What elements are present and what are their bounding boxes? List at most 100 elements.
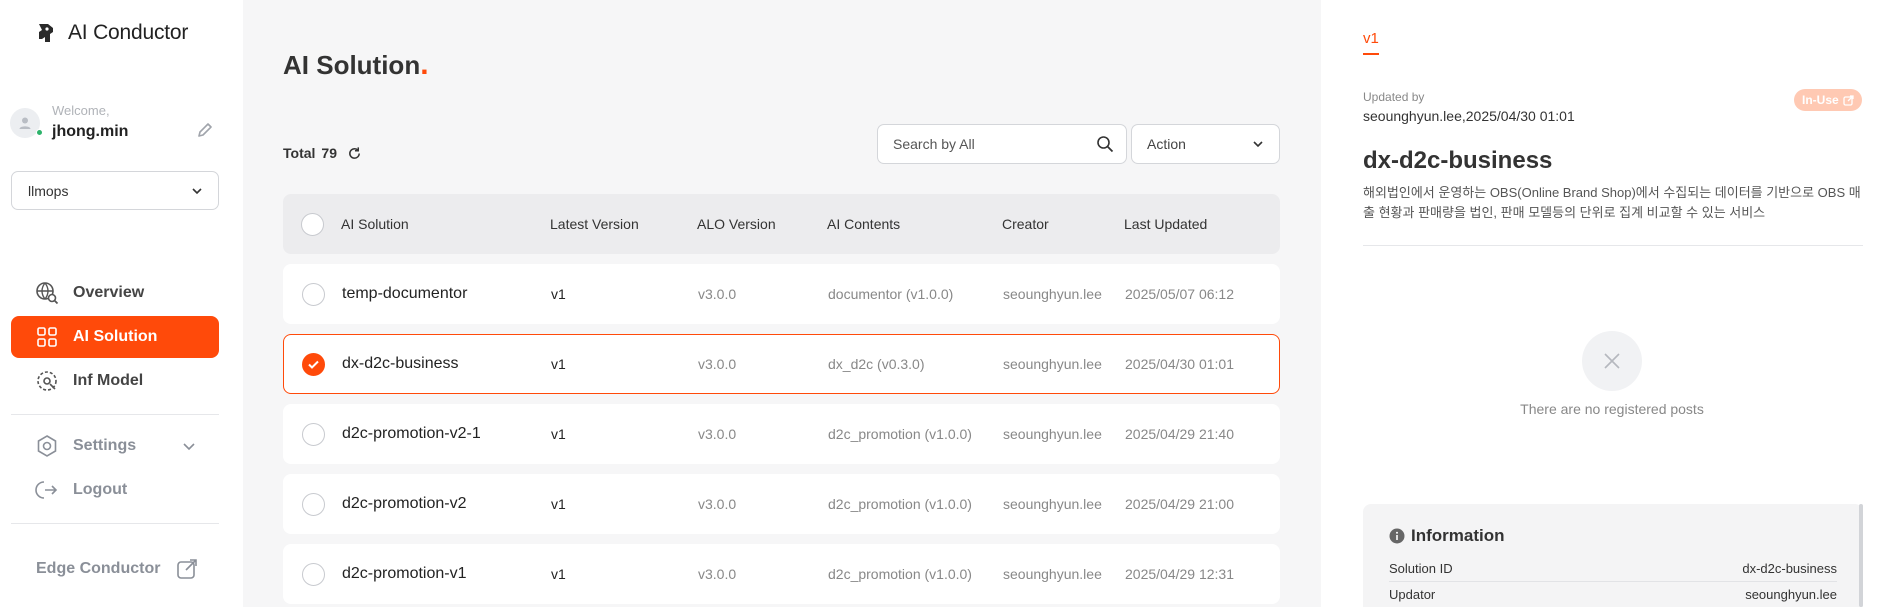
panel-divider	[1363, 245, 1863, 246]
online-status-dot	[36, 129, 43, 136]
cell-solution-name: temp-documentor	[342, 285, 468, 302]
check-icon	[307, 360, 319, 369]
cell-latest-version: v1	[551, 496, 566, 512]
nav-item-label: Inf Model	[73, 372, 144, 389]
info-row: Updator seounghyun.lee	[1389, 582, 1837, 607]
cell-ai-contents: d2c_promotion (v1.0.0)	[828, 566, 972, 582]
model-cycle-icon	[37, 371, 57, 391]
sidebar: AI Conductor Welcome, jhong.min llmops O…	[0, 0, 243, 607]
pencil-icon[interactable]	[196, 121, 214, 139]
username: jhong.min	[52, 123, 129, 140]
page-title: AI Solution.	[283, 48, 429, 81]
select-all-checkbox[interactable]	[300, 212, 324, 236]
tab-version[interactable]: v1	[1363, 30, 1379, 55]
row-checkbox[interactable]	[301, 422, 325, 446]
cell-ai-contents: d2c_promotion (v1.0.0)	[828, 426, 972, 442]
cell-latest-version: v1	[551, 356, 566, 372]
nav-divider	[11, 414, 219, 415]
action-dropdown-label: Action	[1147, 136, 1186, 152]
settings-icon	[37, 435, 57, 457]
user-icon	[19, 117, 31, 129]
column-header[interactable]: ALO Version	[697, 216, 827, 232]
info-icon	[1389, 528, 1405, 544]
project-select[interactable]: llmops	[11, 171, 219, 210]
column-header[interactable]: Creator	[1002, 216, 1124, 232]
information-title-label: Information	[1411, 526, 1505, 545]
globe-search-icon	[36, 282, 59, 305]
empty-state-text: There are no registered posts	[1520, 401, 1704, 417]
main-nav: Overview AI Solution Inf Model Settings …	[11, 272, 219, 534]
cell-creator: seounghyun.lee	[1003, 286, 1102, 302]
cell-alo-version: v3.0.0	[698, 286, 737, 302]
nav-item-settings[interactable]: Settings	[11, 425, 219, 467]
cell-alo-version: v3.0.0	[698, 426, 737, 442]
cell-creator: seounghyun.lee	[1003, 566, 1102, 582]
nav-item-ai-solution[interactable]: AI Solution	[11, 316, 219, 358]
table-row[interactable]: d2c-promotion-v2 v1 v3.0.0 d2c_promotion…	[283, 474, 1280, 534]
column-header[interactable]: Latest Version	[550, 216, 697, 232]
cell-alo-version: v3.0.0	[698, 566, 737, 582]
status-badge-label: In-Use	[1802, 93, 1839, 107]
column-header[interactable]: AI Solution	[341, 216, 550, 232]
nav-item-logout[interactable]: Logout	[11, 469, 219, 511]
conductor-logo-icon	[39, 24, 53, 42]
info-row: Solution ID dx-d2c-business	[1389, 556, 1837, 582]
info-value: seounghyun.lee	[1745, 587, 1837, 602]
search-icon[interactable]	[1096, 135, 1114, 153]
row-checkbox[interactable]	[301, 492, 325, 516]
chevron-down-icon	[1253, 141, 1263, 148]
cell-alo-version: v3.0.0	[698, 496, 737, 512]
column-header[interactable]: AI Contents	[827, 216, 1002, 232]
cell-solution-name: d2c-promotion-v2-1	[342, 425, 481, 442]
nav-item-label: Overview	[73, 284, 145, 301]
total-number: 79	[321, 145, 337, 161]
nav-item-inf-model[interactable]: Inf Model	[11, 360, 219, 402]
cell-last-updated: 2025/04/30 01:01	[1125, 356, 1234, 372]
information-title: Information	[1389, 526, 1837, 546]
user-profile: Welcome, jhong.min	[10, 100, 220, 150]
table-header: AI Solution Latest Version ALO Version A…	[283, 194, 1280, 254]
row-checkbox[interactable]	[301, 562, 325, 586]
table-row[interactable]: dx-d2c-business v1 v3.0.0 dx_d2c (v0.3.0…	[283, 334, 1280, 394]
table-row[interactable]: d2c-promotion-v2-1 v1 v3.0.0 d2c_promoti…	[283, 404, 1280, 464]
app-name: AI Conductor	[68, 21, 189, 44]
refresh-icon[interactable]	[347, 146, 362, 161]
updated-by-value: seounghyun.lee,2025/04/30 01:01	[1363, 108, 1575, 124]
cell-latest-version: v1	[551, 426, 566, 442]
nav-item-overview[interactable]: Overview	[11, 272, 219, 314]
app-logo[interactable]: AI Conductor	[34, 20, 188, 46]
table-row[interactable]: temp-documentor v1 v3.0.0 documentor (v1…	[283, 264, 1280, 324]
row-checkbox[interactable]	[301, 352, 325, 376]
empty-state-icon-wrap	[1582, 331, 1642, 391]
search-input[interactable]	[893, 136, 1096, 152]
row-checkbox[interactable]	[301, 282, 325, 306]
nav-item-label: Logout	[73, 481, 128, 498]
cell-last-updated: 2025/05/07 06:12	[1125, 286, 1234, 302]
cell-alo-version: v3.0.0	[698, 356, 737, 372]
nav-item-label: AI Solution	[73, 328, 158, 345]
cell-solution-name: dx-d2c-business	[342, 355, 459, 372]
project-select-value: llmops	[28, 182, 69, 199]
cell-last-updated: 2025/04/29 21:00	[1125, 496, 1234, 512]
edge-conductor-label: Edge Conductor	[36, 560, 161, 577]
external-link-icon	[177, 559, 198, 579]
cell-last-updated: 2025/04/29 21:40	[1125, 426, 1234, 442]
total-count: Total 79	[283, 145, 362, 161]
table-row[interactable]: d2c-promotion-v1 v1 v3.0.0 d2c_promotion…	[283, 544, 1280, 604]
search-box	[877, 124, 1127, 164]
nav-item-label: Settings	[73, 437, 137, 454]
cell-solution-name: d2c-promotion-v1	[342, 565, 467, 582]
scrollbar[interactable]	[1859, 504, 1863, 607]
cell-solution-name: d2c-promotion-v2	[342, 495, 467, 512]
information-card: Information Solution ID dx-d2c-business …	[1363, 504, 1863, 607]
chevron-down-icon	[192, 187, 202, 194]
close-icon	[1604, 353, 1620, 369]
detail-panel: v1 Updated by seounghyun.lee,2025/04/30 …	[1321, 0, 1878, 607]
cell-latest-version: v1	[551, 286, 566, 302]
action-dropdown[interactable]: Action	[1131, 124, 1280, 164]
edge-conductor-link[interactable]: Edge Conductor	[36, 558, 198, 580]
status-badge[interactable]: In-Use	[1794, 89, 1862, 111]
info-label: Solution ID	[1389, 561, 1453, 576]
column-header[interactable]: Last Updated	[1124, 216, 1274, 232]
cell-creator: seounghyun.lee	[1003, 496, 1102, 512]
